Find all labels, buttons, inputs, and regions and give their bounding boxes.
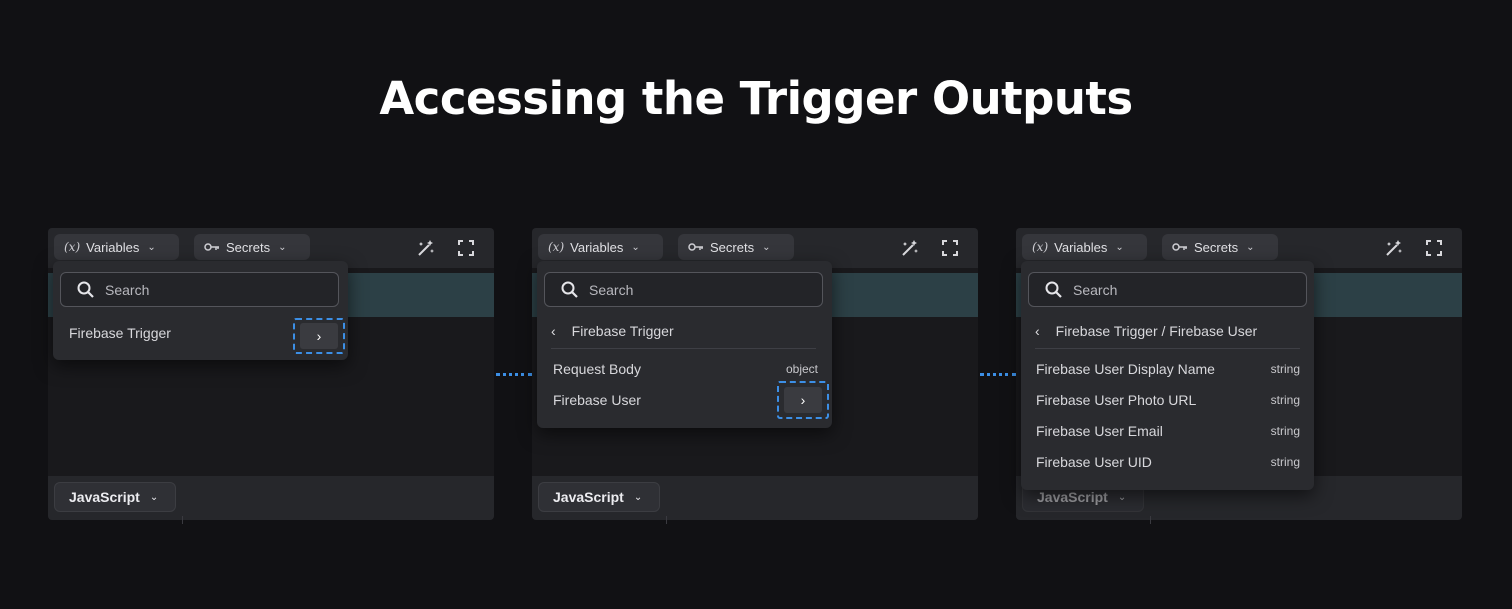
drill-down-button[interactable]: › — [777, 381, 829, 419]
drill-down-button[interactable]: › — [293, 318, 345, 354]
language-label: JavaScript — [1037, 489, 1108, 505]
chevron-left-icon[interactable]: ‹ — [551, 323, 556, 339]
editor-panel-3: (x) Variables ⌄ Secrets ⌄ JavaScript ⌄ S… — [1016, 228, 1462, 524]
variables-button[interactable]: (x) Variables ⌄ — [538, 234, 663, 260]
list-item-uid[interactable]: Firebase User UID — [1036, 454, 1152, 470]
variables-icon: (x) — [64, 240, 81, 254]
secrets-label: Secrets — [1194, 239, 1239, 255]
chevron-down-icon: ⌄ — [149, 491, 159, 503]
connector-line-2 — [980, 373, 1016, 376]
editor-panel-1: (x) Variables ⌄ Secrets ⌄ JavaScript ⌄ S… — [48, 228, 494, 524]
variables-label: Variables — [86, 239, 140, 255]
breadcrumb-label: Firebase Trigger / Firebase User — [1055, 323, 1258, 339]
chevron-down-icon: ⌄ — [762, 241, 771, 253]
magic-wand-icon[interactable] — [1384, 238, 1404, 258]
variables-dropdown: Search ‹ Firebase Trigger / Firebase Use… — [1021, 261, 1314, 490]
chevron-down-icon: ⌄ — [1246, 241, 1255, 253]
fullscreen-icon[interactable] — [1424, 238, 1444, 258]
type-badge: string — [1270, 424, 1300, 438]
variables-dropdown: Search ‹ Firebase Trigger Request Body o… — [537, 261, 832, 428]
search-icon — [1045, 281, 1062, 298]
divider — [551, 348, 816, 349]
footer-divider — [666, 516, 667, 524]
variables-label: Variables — [1054, 239, 1108, 255]
chevron-down-icon: ⌄ — [1115, 241, 1124, 253]
divider — [1035, 348, 1300, 349]
breadcrumb[interactable]: ‹ Firebase Trigger — [551, 319, 674, 343]
magic-wand-icon[interactable] — [900, 238, 920, 258]
type-badge: object — [785, 362, 818, 376]
secrets-button[interactable]: Secrets ⌄ — [194, 234, 310, 260]
chevron-right-icon: › — [300, 323, 338, 349]
variables-icon: (x) — [1032, 240, 1049, 254]
language-label: JavaScript — [69, 489, 140, 505]
key-icon — [204, 243, 219, 251]
chevron-down-icon: ⌄ — [631, 241, 640, 253]
chevron-down-icon: ⌄ — [1117, 491, 1127, 503]
variables-button[interactable]: (x) Variables ⌄ — [54, 234, 179, 260]
magic-wand-icon[interactable] — [416, 238, 436, 258]
breadcrumb[interactable]: ‹ Firebase Trigger / Firebase User — [1035, 319, 1257, 343]
search-input[interactable]: Search — [544, 272, 823, 307]
type-badge: string — [1270, 455, 1300, 469]
search-placeholder: Search — [589, 281, 634, 298]
breadcrumb-label: Firebase Trigger — [571, 323, 674, 339]
list-item-display-name[interactable]: Firebase User Display Name — [1036, 361, 1215, 377]
search-placeholder: Search — [105, 281, 150, 298]
chevron-left-icon[interactable]: ‹ — [1035, 323, 1040, 339]
language-select[interactable]: JavaScript ⌄ — [54, 482, 176, 512]
type-badge: string — [1270, 393, 1300, 407]
list-item-firebase-user[interactable]: Firebase User — [553, 392, 641, 408]
secrets-label: Secrets — [226, 239, 271, 255]
page-title: Accessing the Trigger Outputs — [379, 72, 1133, 125]
chevron-down-icon: ⌄ — [147, 241, 156, 253]
search-placeholder: Search — [1073, 281, 1118, 298]
language-label: JavaScript — [553, 489, 624, 505]
fullscreen-icon[interactable] — [456, 238, 476, 258]
list-item-firebase-trigger[interactable]: Firebase Trigger — [69, 325, 171, 341]
secrets-button[interactable]: Secrets ⌄ — [678, 234, 794, 260]
chevron-down-icon: ⌄ — [633, 491, 643, 503]
fullscreen-icon[interactable] — [940, 238, 960, 258]
footer-divider — [182, 516, 183, 524]
variables-icon: (x) — [548, 240, 565, 254]
editor-panel-2: (x) Variables ⌄ Secrets ⌄ JavaScript ⌄ S… — [532, 228, 978, 524]
key-icon — [1172, 243, 1187, 251]
variables-button[interactable]: (x) Variables ⌄ — [1022, 234, 1147, 260]
search-icon — [77, 281, 94, 298]
connector-line-1 — [496, 373, 532, 376]
secrets-label: Secrets — [710, 239, 755, 255]
language-select[interactable]: JavaScript ⌄ — [538, 482, 660, 512]
list-item-request-body[interactable]: Request Body — [553, 361, 641, 377]
search-input[interactable]: Search — [1028, 272, 1307, 307]
search-icon — [561, 281, 578, 298]
variables-dropdown: Search Firebase Trigger › — [53, 261, 348, 360]
list-item-photo-url[interactable]: Firebase User Photo URL — [1036, 392, 1196, 408]
secrets-button[interactable]: Secrets ⌄ — [1162, 234, 1278, 260]
chevron-down-icon: ⌄ — [278, 241, 287, 253]
footer-divider — [1150, 516, 1151, 524]
chevron-right-icon: › — [784, 387, 822, 413]
key-icon — [688, 243, 703, 251]
type-badge: string — [1270, 362, 1300, 376]
list-item-email[interactable]: Firebase User Email — [1036, 423, 1163, 439]
search-input[interactable]: Search — [60, 272, 339, 307]
variables-label: Variables — [570, 239, 624, 255]
